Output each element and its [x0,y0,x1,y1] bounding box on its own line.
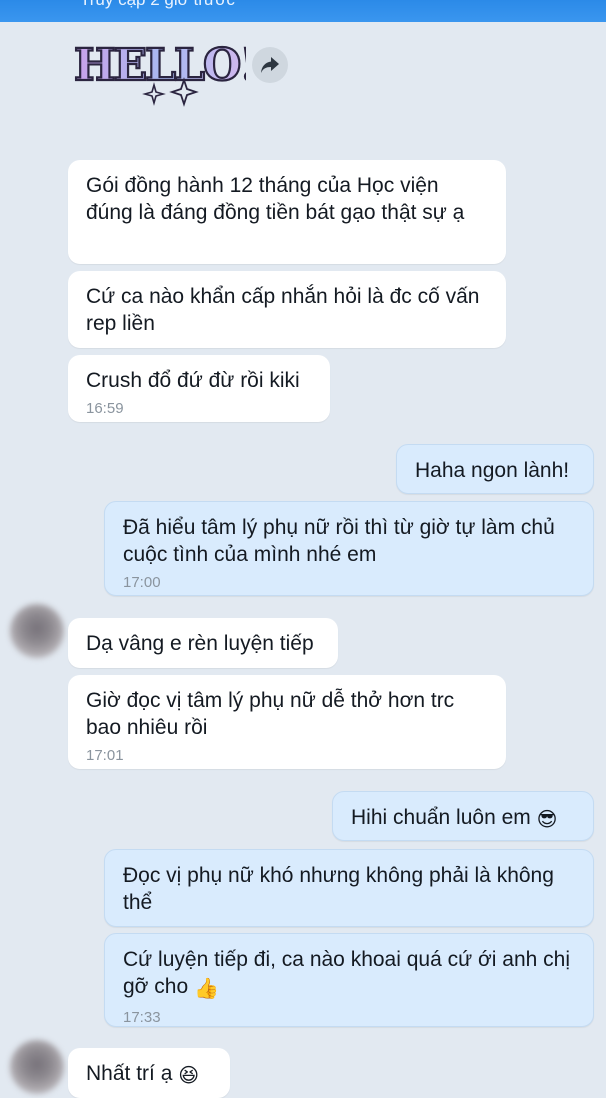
hello-sticker-text: HELLO! [74,40,246,91]
message-bubble-received[interactable]: Nhất trí ạ 😆 [68,1048,230,1098]
hello-sticker[interactable]: HELLO! [66,28,246,108]
message-bubble-sent[interactable]: Hihi chuẩn luôn em 😎 [332,791,594,841]
message-bubble-sent[interactable]: Đọc vị phụ nữ khó nhưng không phải là kh… [104,849,594,927]
sender-avatar[interactable] [10,604,64,658]
laughing-face-emoji-icon: 😆 [178,1065,200,1087]
message-text: Giờ đọc vị tâm lý phụ nữ dễ thở hơn trc … [86,689,455,739]
message-text: Hihi chuẩn luôn em [351,806,531,829]
message-bubble-received[interactable]: Giờ đọc vị tâm lý phụ nữ dễ thở hơn trc … [68,675,506,769]
message-text: Haha ngon lành! [415,459,570,482]
message-bubble-received[interactable]: Cứ ca nào khẩn cấp nhắn hỏi là đc cố vấn… [68,271,506,348]
message-text: Cứ luyện tiếp đi, ca nào khoai quá cứ ới… [123,948,570,998]
message-timestamp: 17:00 [123,574,161,591]
message-text: Crush đổ đứ đừ rồi kiki [86,369,300,392]
message-text: Đã hiểu tâm lý phụ nữ rồi thì từ giờ tự … [123,516,555,566]
message-bubble-received[interactable]: Gói đồng hành 12 tháng của Học viện đúng… [68,160,506,264]
message-bubble-sent[interactable]: Cứ luyện tiếp đi, ca nào khoai quá cứ ới… [104,933,594,1027]
thumbs-up-emoji-icon: 👍 [194,978,219,1000]
message-text: Đọc vị phụ nữ khó nhưng không phải là kh… [123,864,554,914]
message-timestamp: 16:59 [86,400,124,417]
share-button[interactable] [252,47,288,83]
share-arrow-icon [261,57,279,73]
chat-header: Truy cập 2 giờ trước [0,0,606,22]
message-text: Dạ vâng e rèn luyện tiếp [86,632,314,655]
message-text: Gói đồng hành 12 tháng của Học viện đúng… [86,174,465,224]
message-timestamp: 17:01 [86,747,124,764]
message-bubble-sent[interactable]: Đã hiểu tâm lý phụ nữ rồi thì từ giờ tự … [104,501,594,596]
message-text: Cứ ca nào khẩn cấp nhắn hỏi là đc cố vấn… [86,285,480,335]
message-bubble-received[interactable]: Dạ vâng e rèn luyện tiếp [68,618,338,668]
last-seen-status: Truy cập 2 giờ trước [80,0,235,10]
sender-avatar[interactable] [10,1040,64,1094]
message-timestamp: 17:33 [123,1009,161,1026]
message-bubble-sent[interactable]: Haha ngon lành! [396,444,594,494]
cool-face-emoji-icon: 😎 [536,809,558,831]
message-text: Nhất trí ạ [86,1062,173,1085]
message-bubble-received[interactable]: Crush đổ đứ đừ rồi kiki 16:59 [68,355,330,422]
